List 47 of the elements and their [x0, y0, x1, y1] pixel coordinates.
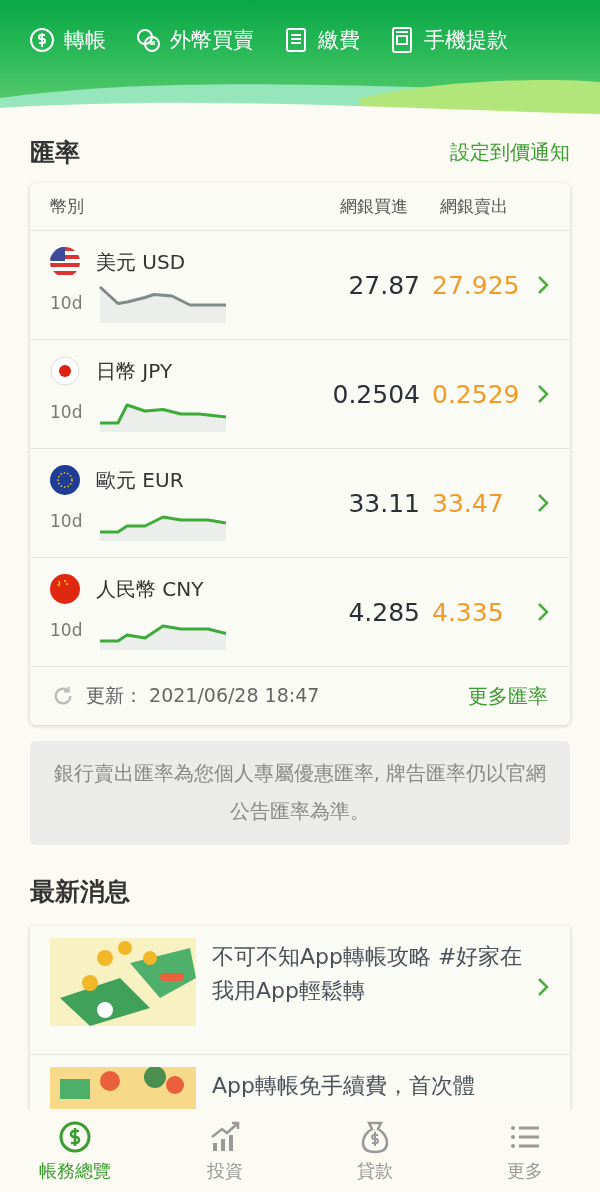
period-label: 10d — [50, 620, 84, 640]
column-header: 幣別 — [50, 195, 85, 218]
period-label: 10d — [50, 293, 84, 313]
star-flag-icon — [50, 574, 80, 604]
rate-notice: 銀行賣出匯率為您個人專屬優惠匯率, 牌告匯率仍以官網公告匯率為準。 — [30, 741, 570, 845]
tab[interactable]: 更多 — [450, 1110, 600, 1192]
quick-action-button[interactable]: 繳費 — [282, 26, 360, 54]
sell-rate: 33.47 — [432, 488, 505, 518]
quick-action-button[interactable]: 外幣買賣 — [134, 26, 254, 54]
currency-name: 人民幣 CNY — [96, 575, 205, 603]
buy-rate: 33.11 — [348, 488, 420, 518]
stars-stripes-flag-icon — [50, 247, 80, 277]
news-headline[interactable]: 不可不知App轉帳攻略 #好家在我用App輕鬆轉 — [212, 940, 524, 1008]
quick-action-button[interactable]: 手機提款 — [388, 26, 508, 54]
currency-name: 日幣 JPY — [96, 357, 174, 385]
section-title: 匯率 — [30, 137, 80, 169]
chevron-right-icon[interactable] — [536, 601, 550, 623]
quick-action-button[interactable]: 轉帳 — [28, 26, 106, 54]
chevron-right-icon[interactable] — [536, 274, 550, 296]
chevron-right-icon[interactable] — [536, 976, 550, 998]
tab[interactable]: 帳務總覽 — [0, 1110, 150, 1192]
update-time: 更新： 2021/06/28 18:47 — [86, 683, 321, 708]
section-title: 最新消息 — [30, 876, 130, 908]
buy-rate: 0.2504 — [332, 379, 420, 409]
sell-rate: 4.335 — [432, 597, 505, 627]
news-headline[interactable]: App轉帳免手續費，首次體 — [212, 1069, 550, 1103]
price-alert-link[interactable]: 設定到價通知 — [450, 139, 570, 166]
dollar-circle-icon — [57, 1119, 93, 1155]
more-rates-link[interactable]: 更多匯率 — [468, 682, 548, 710]
buy-rate: 27.87 — [348, 270, 420, 300]
column-header: 網銀買進 — [340, 195, 409, 218]
currency-name: 歐元 EUR — [96, 466, 185, 494]
buy-rate: 4.285 — [348, 597, 420, 627]
currency-name: 美元 USD — [96, 248, 187, 276]
chevron-right-icon[interactable] — [536, 492, 550, 514]
period-label: 10d — [50, 402, 84, 422]
sell-rate: 27.925 — [432, 270, 521, 300]
chevron-right-icon[interactable] — [536, 383, 550, 405]
tab[interactable]: 貸款 — [300, 1110, 450, 1192]
sun-disc-flag-icon — [50, 356, 80, 386]
coins-exchange-icon — [134, 26, 162, 54]
refresh-icon[interactable] — [52, 685, 74, 707]
tab[interactable]: 投資 — [150, 1110, 300, 1192]
star-circle-flag-icon — [50, 465, 80, 495]
period-label: 10d — [50, 511, 84, 531]
sell-rate: 0.2529 — [432, 379, 521, 409]
column-header: 網銀賣出 — [440, 195, 509, 218]
